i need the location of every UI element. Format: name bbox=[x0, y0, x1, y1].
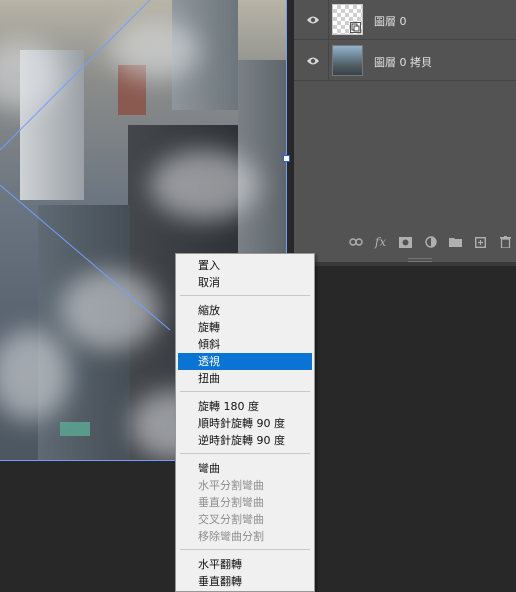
folder-icon[interactable] bbox=[447, 234, 464, 251]
divider bbox=[328, 0, 329, 40]
menu-item-split-warp-vertical: 垂直分割彎曲 bbox=[198, 496, 264, 509]
new-layer-icon[interactable] bbox=[472, 234, 489, 251]
menu-item-rotate-90-ccw[interactable]: 逆時針旋轉 90 度 bbox=[178, 432, 312, 449]
menu-item-perspective[interactable]: 透視 bbox=[178, 353, 312, 370]
menu-item-skew[interactable]: 傾斜 bbox=[178, 336, 312, 353]
menu-separator bbox=[180, 549, 310, 550]
layer-name[interactable]: 圖層 0 bbox=[374, 13, 407, 29]
menu-item-cancel[interactable]: 取消 bbox=[178, 274, 312, 291]
transform-context-menu: 置入 取消 縮放 旋轉 傾斜 透視 扭曲 旋轉 180 度 順時針旋轉 90 度… bbox=[175, 253, 315, 592]
layer-thumbnail bbox=[332, 4, 363, 35]
layer-row[interactable]: 圖層 0 拷貝 bbox=[294, 41, 516, 81]
transform-handle[interactable] bbox=[283, 155, 290, 162]
layers-panel: 圖層 0 圖層 0 拷貝 bbox=[294, 0, 516, 262]
trash-icon[interactable] bbox=[497, 234, 514, 251]
menu-item-remove-warp-split: 移除彎曲分割 bbox=[198, 530, 264, 543]
menu-item-place[interactable]: 置入 bbox=[178, 257, 312, 274]
mask-icon[interactable] bbox=[397, 234, 414, 251]
layers-panel-footer: fx bbox=[294, 230, 516, 254]
divider bbox=[328, 41, 329, 81]
menu-item-rotate[interactable]: 旋轉 bbox=[178, 319, 312, 336]
menu-item-split-warp-horizontal: 水平分割彎曲 bbox=[198, 479, 264, 492]
menu-separator bbox=[180, 453, 310, 454]
menu-item-scale[interactable]: 縮放 bbox=[178, 302, 312, 319]
menu-item-rotate-180[interactable]: 旋轉 180 度 bbox=[178, 398, 312, 415]
menu-item-split-warp-crosswise: 交叉分割彎曲 bbox=[198, 513, 264, 526]
panel-divider bbox=[294, 262, 516, 266]
smart-object-icon bbox=[350, 22, 361, 33]
menu-item-flip-vertical[interactable]: 垂直翻轉 bbox=[178, 573, 312, 590]
eye-icon[interactable] bbox=[302, 9, 324, 31]
panel-resize-grip[interactable] bbox=[408, 258, 432, 262]
layer-name[interactable]: 圖層 0 拷貝 bbox=[374, 54, 432, 70]
fx-icon[interactable]: fx bbox=[372, 234, 389, 251]
eye-icon[interactable] bbox=[302, 50, 324, 72]
menu-item-flip-horizontal[interactable]: 水平翻轉 bbox=[178, 556, 312, 573]
link-icon[interactable] bbox=[347, 234, 364, 251]
menu-item-warp[interactable]: 彎曲 bbox=[178, 460, 312, 477]
layer-row[interactable]: 圖層 0 bbox=[294, 0, 516, 40]
menu-item-rotate-90-cw[interactable]: 順時針旋轉 90 度 bbox=[178, 415, 312, 432]
menu-item-distort[interactable]: 扭曲 bbox=[178, 370, 312, 387]
menu-separator bbox=[180, 295, 310, 296]
menu-separator bbox=[180, 391, 310, 392]
adjustment-icon[interactable] bbox=[422, 234, 439, 251]
layer-thumbnail bbox=[332, 45, 363, 76]
